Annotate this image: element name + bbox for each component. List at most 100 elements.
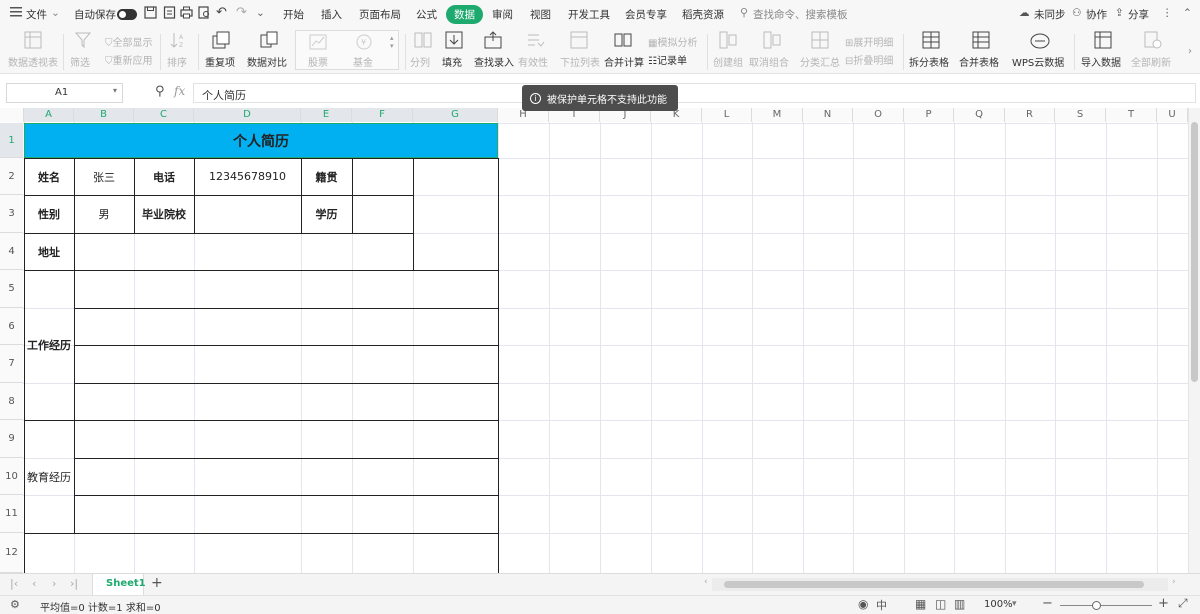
collapse-detail-button[interactable]: ⊟折叠明细	[845, 52, 893, 67]
tab-data[interactable]: 数据	[446, 5, 483, 24]
sync-status[interactable]: 未同步	[1034, 7, 1066, 22]
row-header-3[interactable]: 3	[0, 195, 23, 233]
normal-view-icon[interactable]: ▦	[915, 597, 926, 611]
fill-button[interactable]: 填充	[442, 54, 462, 69]
last-sheet-icon[interactable]: ›|	[70, 577, 78, 590]
column-header-T[interactable]: T	[1106, 108, 1157, 122]
duplicate-button[interactable]: 重复项	[205, 54, 235, 69]
column-header-E[interactable]: E	[301, 108, 352, 122]
name-box[interactable]: A1 ▾	[6, 83, 123, 103]
origin-label[interactable]: 籍贯	[301, 158, 352, 195]
split-table-button[interactable]: 拆分表格	[909, 54, 949, 69]
phone-label[interactable]: 电话	[134, 158, 194, 195]
tab-view[interactable]: 视图	[530, 7, 551, 22]
column-header-N[interactable]: N	[803, 108, 853, 122]
column-header-S[interactable]: S	[1055, 108, 1106, 122]
column-header-L[interactable]: L	[702, 108, 752, 122]
column-header-O[interactable]: O	[853, 108, 904, 122]
input-method-icon[interactable]: 中	[876, 597, 887, 613]
tab-docer[interactable]: 稻壳资源	[682, 7, 724, 22]
prev-sheet-icon[interactable]: ‹	[32, 577, 36, 590]
pivot-table-button[interactable]: 数据透视表	[8, 54, 58, 69]
row-header-10[interactable]: 10	[0, 458, 23, 495]
vertical-scrollbar[interactable]	[1188, 108, 1200, 573]
tab-developer[interactable]: 开发工具	[568, 7, 610, 22]
fullscreen-icon[interactable]: ⤢	[1178, 596, 1188, 611]
education-level-label[interactable]: 学历	[301, 195, 352, 233]
zoom-out-button[interactable]: −	[1042, 596, 1053, 611]
column-header-B[interactable]: B	[74, 108, 134, 122]
zoom-dropdown-icon[interactable]: ▾	[1012, 599, 1017, 609]
page-layout-view-icon[interactable]: ◫	[935, 597, 946, 611]
row-header-6[interactable]: 6	[0, 308, 23, 345]
merge-table-button[interactable]: 合并表格	[959, 54, 999, 69]
collapse-ribbon-icon[interactable]: ⌃	[1183, 7, 1192, 19]
filter-button[interactable]: 筛选	[70, 54, 90, 69]
fund-button[interactable]: 基金	[353, 54, 373, 69]
row-header-5[interactable]: 5	[0, 270, 23, 308]
vertical-scroll-thumb[interactable]	[1191, 122, 1198, 382]
print-icon[interactable]	[180, 6, 193, 22]
ribbon-scroll-right-icon[interactable]: ›	[1188, 46, 1192, 57]
next-sheet-icon[interactable]: ›	[52, 577, 56, 590]
sheet-tab-sheet1[interactable]: Sheet1	[92, 574, 146, 595]
subtotal-button[interactable]: 分类汇总	[800, 54, 840, 69]
wps-cloud-button[interactable]: WPS云数据	[1012, 54, 1064, 69]
more-chevron-icon[interactable]: ⌄	[256, 7, 265, 19]
column-header-U[interactable]: U	[1157, 108, 1188, 122]
row-header-9[interactable]: 9	[0, 420, 23, 458]
work-experience-label[interactable]: 工作经历	[24, 270, 74, 420]
gender-label[interactable]: 性别	[24, 195, 74, 233]
school-label[interactable]: 毕业院校	[134, 195, 194, 233]
macro-icon[interactable]: ⚙	[10, 598, 20, 611]
undo-icon[interactable]: ↶	[216, 5, 227, 20]
record-form-button[interactable]: ☷记录单	[648, 52, 687, 67]
redo-icon[interactable]: ↷	[236, 5, 247, 20]
lookup-entry-button[interactable]: 查找录入	[474, 54, 514, 69]
create-group-button[interactable]: 创建组	[713, 54, 743, 69]
refresh-all-button[interactable]: 全部刷新	[1131, 54, 1171, 69]
dropdown-list-button[interactable]: 下拉列表	[560, 54, 600, 69]
sort-button[interactable]: 排序	[167, 54, 187, 69]
column-header-G[interactable]: G	[413, 108, 498, 122]
zoom-slider[interactable]	[1060, 605, 1152, 606]
formula-input[interactable]: 个人简历	[193, 83, 1196, 103]
whatif-button[interactable]: ▦模拟分析	[648, 34, 697, 49]
tab-page-layout[interactable]: 页面布局	[359, 7, 401, 22]
add-sheet-button[interactable]: +	[151, 575, 163, 591]
fx-icon[interactable]: fx	[174, 84, 185, 98]
tab-formula[interactable]: 公式	[416, 7, 437, 22]
file-menu[interactable]: 文件	[26, 7, 47, 22]
expand-detail-button[interactable]: ⊞展开明细	[845, 34, 893, 49]
collab-button[interactable]: 协作	[1086, 7, 1107, 22]
name-value[interactable]: 张三	[74, 158, 134, 195]
education-experience-label[interactable]: 教育经历	[24, 420, 74, 533]
column-header-Q[interactable]: Q	[954, 108, 1005, 122]
column-header-M[interactable]: M	[752, 108, 803, 122]
command-search[interactable]: 查找命令、搜索模板	[753, 7, 848, 22]
resume-title[interactable]: 个人简历	[24, 123, 498, 158]
page-break-view-icon[interactable]: ▥	[954, 597, 965, 611]
column-header-F[interactable]: F	[352, 108, 413, 122]
tab-insert[interactable]: 插入	[321, 7, 342, 22]
search-icon[interactable]: ⚲	[740, 6, 748, 19]
horizontal-scroll-thumb[interactable]	[724, 581, 1144, 588]
gallery-scroll-icon[interactable]: ▴ ▾	[390, 34, 394, 50]
row-header-1[interactable]: 1	[0, 123, 23, 158]
row-header-11[interactable]: 11	[0, 495, 23, 533]
export-pdf-icon[interactable]	[163, 6, 176, 22]
zoom-in-button[interactable]: +	[1158, 596, 1169, 611]
first-sheet-icon[interactable]: |‹	[10, 577, 18, 590]
row-header-2[interactable]: 2	[0, 158, 23, 195]
column-header-C[interactable]: C	[134, 108, 194, 122]
zoom-level[interactable]: 100%	[984, 599, 1013, 610]
spreadsheet-grid[interactable]: ABCDEFGHIJKLMNOPQRSTU 1 2 3 4 5 6 7 8 9 10 11 12 个人…	[0, 108, 1188, 573]
share-button[interactable]: 分享	[1128, 7, 1149, 22]
tab-member[interactable]: 会员专享	[625, 7, 667, 22]
reapply-button[interactable]: ⛉重新应用	[105, 52, 153, 67]
more-icon[interactable]: ⋮	[1162, 7, 1173, 19]
address-label[interactable]: 地址	[24, 233, 74, 270]
autosave-toggle[interactable]	[117, 9, 137, 20]
tab-review[interactable]: 审阅	[492, 7, 513, 22]
gender-value[interactable]: 男	[74, 195, 134, 233]
